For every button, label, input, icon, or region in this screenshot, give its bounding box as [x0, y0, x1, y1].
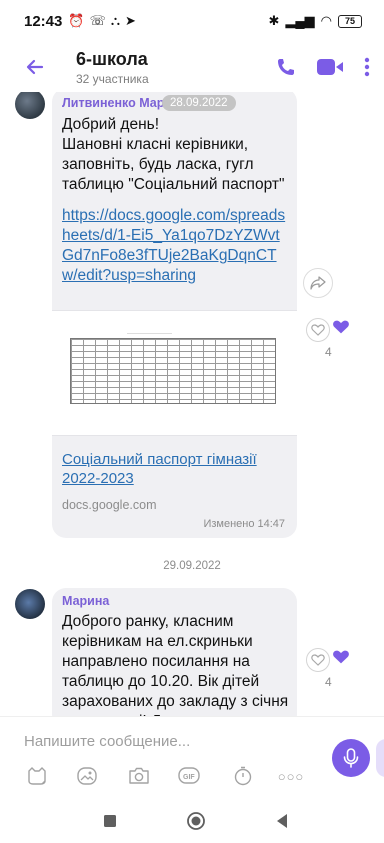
home-button[interactable] — [186, 811, 206, 831]
square-icon — [104, 815, 116, 827]
gif-icon: GIF — [178, 767, 200, 784]
more-horizontal-icon: ○○○ — [277, 768, 305, 784]
chat-title: 6-школа — [76, 48, 148, 69]
edited-label: Изменено — [203, 518, 255, 530]
image-icon — [77, 767, 97, 785]
system-nav-bar — [0, 799, 384, 843]
status-bar: 12:43 ⏰ ☏ ⛬ ➤ ✱ ▂▄▆ ◠ 75 — [0, 0, 384, 42]
status-left-icons: ⏰ ☏ ⛬ ➤ — [68, 13, 135, 29]
system-back-button[interactable] — [272, 811, 292, 831]
circle-icon — [187, 812, 205, 830]
message-bubble[interactable]: Литвиненко Марина Добрий день! Шановні к… — [52, 92, 297, 538]
video-icon — [317, 59, 343, 75]
heart-filled-icon — [333, 320, 349, 334]
microphone-icon — [343, 748, 359, 768]
react-button[interactable] — [306, 318, 330, 342]
like-button[interactable] — [332, 319, 350, 335]
mic-side-tab — [376, 739, 384, 777]
voice-message-button[interactable] — [332, 739, 370, 777]
chat-header: 6-школа 32 участника — [0, 42, 384, 92]
composer: GIF ○○○ — [0, 716, 384, 799]
signal-icon: ▂▄▆ — [285, 13, 315, 28]
heart-outline-icon — [311, 324, 325, 336]
sheet-thumbnail — [70, 338, 276, 404]
back-button[interactable] — [12, 42, 58, 92]
telegram-icon: ➤ — [124, 13, 136, 28]
timer-icon — [234, 766, 252, 786]
date-separator: 29.09.2022 — [163, 560, 221, 572]
share-button[interactable] — [303, 268, 333, 298]
link-preview-image[interactable]: ——————————————— — [52, 310, 297, 436]
heart-filled-icon — [333, 650, 349, 664]
sticker-icon — [28, 767, 46, 785]
message-meta: Изменено 14:47 — [203, 518, 285, 530]
gif-button[interactable]: GIF — [176, 763, 202, 789]
share-icon — [310, 276, 326, 290]
chat-area[interactable]: Литвиненко Марина Добрий день! Шановні к… — [0, 92, 384, 716]
like-count: 4 — [325, 345, 332, 359]
timer-button[interactable] — [230, 763, 256, 789]
message-link[interactable]: https://docs.google.com/spreadsheets/d/1… — [62, 206, 290, 286]
floating-date-badge: 28.09.2022 — [162, 95, 236, 111]
call-button[interactable] — [276, 57, 296, 77]
link-preview-title[interactable]: Соціальний паспорт гімназії 2022-2023 — [62, 450, 287, 488]
status-right-icons: ✱ ▂▄▆ ◠ 75 — [269, 13, 362, 29]
message-text: Доброго ранку, класним керівникам на ел.… — [62, 613, 289, 716]
alarm-icon: ⏰ — [68, 13, 85, 28]
more-tools-button[interactable]: ○○○ — [278, 763, 304, 789]
chat-header-titles[interactable]: 6-школа 32 участника — [76, 49, 149, 86]
heart-outline-icon — [311, 654, 325, 666]
battery-icon: 75 — [338, 14, 362, 28]
triangle-back-icon — [277, 814, 287, 828]
avatar[interactable] — [15, 589, 45, 619]
message-time: 14:47 — [257, 518, 285, 530]
camera-button[interactable] — [126, 763, 152, 789]
like-button[interactable] — [332, 649, 350, 665]
bluetooth-icon: ✱ — [268, 13, 280, 28]
header-actions — [276, 57, 384, 77]
chat-subtitle: 32 участника — [76, 71, 149, 86]
wifi-icon: ◠ — [320, 13, 332, 28]
camera-icon — [129, 767, 149, 784]
back-arrow-icon — [26, 59, 44, 75]
recents-button[interactable] — [100, 811, 120, 831]
gallery-button[interactable] — [74, 763, 100, 789]
phone-icon — [278, 59, 294, 75]
like-count: 4 — [325, 675, 332, 689]
avatar[interactable] — [15, 92, 45, 119]
more-options-button[interactable] — [364, 57, 370, 77]
link-preview-domain: docs.google.com — [62, 498, 157, 512]
message-text: Добрий день! Шановні класні керівники, з… — [62, 116, 285, 193]
viber-icon: ☏ — [89, 13, 106, 28]
message-sender[interactable]: Марина — [62, 594, 109, 608]
tree-icon: ⛬ — [110, 13, 120, 28]
message-bubble[interactable]: Марина Доброго ранку, класним керівникам… — [52, 588, 297, 716]
sheet-thumbnail-title: ——————————————— — [127, 331, 172, 335]
status-time: 12:43 — [24, 12, 63, 30]
message-input[interactable] — [24, 733, 284, 750]
react-button[interactable] — [306, 648, 330, 672]
sticker-button[interactable] — [24, 763, 50, 789]
composer-toolbar: GIF ○○○ — [0, 763, 330, 789]
svg-text:GIF: GIF — [183, 774, 195, 781]
video-call-button[interactable] — [316, 58, 344, 76]
more-vertical-icon — [364, 57, 370, 77]
